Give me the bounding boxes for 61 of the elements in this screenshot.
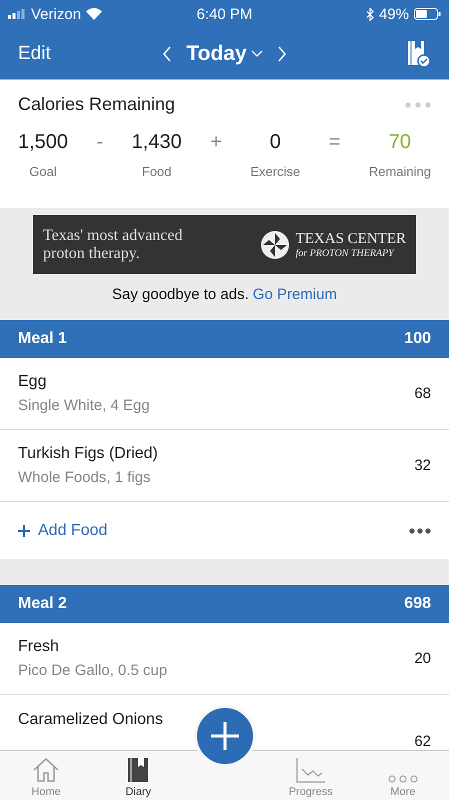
food-name: Caramelized Onions <box>18 711 163 729</box>
tab[interactable]: Diary <box>92 751 184 800</box>
previous-icon[interactable] <box>162 46 172 62</box>
calorie-label: Food <box>142 164 172 179</box>
food-serving: Single White, 4 Egg <box>18 397 150 414</box>
calorie-label: Remaining <box>368 164 431 179</box>
plus-icon <box>18 524 30 536</box>
food-row[interactable]: Turkish Figs (Dried) Whole Foods, 1 figs 32 <box>0 430 449 502</box>
premium-link[interactable]: Go Premium <box>252 286 337 303</box>
more-icon[interactable] <box>409 528 431 534</box>
calorie-value: 1,500 <box>18 131 68 154</box>
more-icon <box>388 775 418 783</box>
food-name: Egg <box>18 373 48 391</box>
home-icon <box>32 757 60 783</box>
calorie-value: 1,430 <box>132 131 182 154</box>
calorie-value: 70 <box>388 131 412 154</box>
next-icon[interactable] <box>276 46 287 62</box>
wifi-icon <box>86 8 102 20</box>
tab[interactable]: Progress <box>264 751 357 800</box>
calorie-label: Exercise <box>250 164 300 179</box>
calorie-value: 0 <box>270 131 281 154</box>
chart-icon <box>296 757 326 783</box>
calorie-label: Goal <box>29 164 57 179</box>
food-calories: 62 <box>414 733 431 750</box>
carrier: Verizon <box>31 6 82 22</box>
food-serving: Pico De Gallo, 0.5 cup <box>18 662 168 679</box>
ad-note: Say goodbye to ads. <box>112 286 249 303</box>
meal-header: Meal 2 698 <box>0 585 449 623</box>
chevron-down-icon <box>250 50 263 58</box>
ad-brand-subtitle: for PROTON THERAPY <box>296 248 396 258</box>
meal-header: Meal 1 100 <box>0 320 449 358</box>
clock: 6:40 PM <box>196 6 252 22</box>
edit-link[interactable]: Edit <box>18 42 98 64</box>
food-name: Turkish Figs (Dried) <box>18 445 158 463</box>
food-name: Fresh <box>18 638 60 656</box>
food-row[interactable]: Egg Single White, 4 Egg 68 <box>0 358 449 430</box>
ad-headline: Texas' most advanced proton therapy. <box>43 226 184 262</box>
operator: + <box>210 131 222 154</box>
food-calories: 20 <box>414 650 431 667</box>
food-serving: Whole Foods, 1 figs <box>18 469 152 486</box>
operator: - <box>96 131 104 154</box>
food-calories: 68 <box>414 385 431 402</box>
food-row[interactable]: Caramelized Onions 62 <box>0 695 449 750</box>
book-icon <box>127 757 150 783</box>
tab[interactable]: More <box>356 751 449 800</box>
date-picker[interactable]: Today <box>186 42 263 66</box>
ad-banner[interactable]: Texas' most advanced proton therapy. TEXAS CENTER for PROTON THERAPY <box>33 215 416 274</box>
add-food-button[interactable]: Add Food <box>18 522 108 540</box>
notebook-check-icon[interactable] <box>406 40 431 68</box>
battery-percent: 49% <box>378 6 409 22</box>
battery-icon <box>414 8 441 20</box>
operator: = <box>328 131 340 154</box>
pinwheel-icon <box>260 230 290 260</box>
tab[interactable]: Home <box>0 751 92 800</box>
food-row[interactable]: Fresh Pico De Gallo, 0.5 cup 20 <box>0 623 449 695</box>
card-title: Calories Remaining <box>18 94 176 115</box>
bluetooth-icon <box>366 8 374 20</box>
food-calories: 32 <box>414 457 431 474</box>
ad-brand: TEXAS CENTER <box>296 230 406 248</box>
signal-icon <box>8 9 26 19</box>
plus-icon <box>210 721 240 751</box>
